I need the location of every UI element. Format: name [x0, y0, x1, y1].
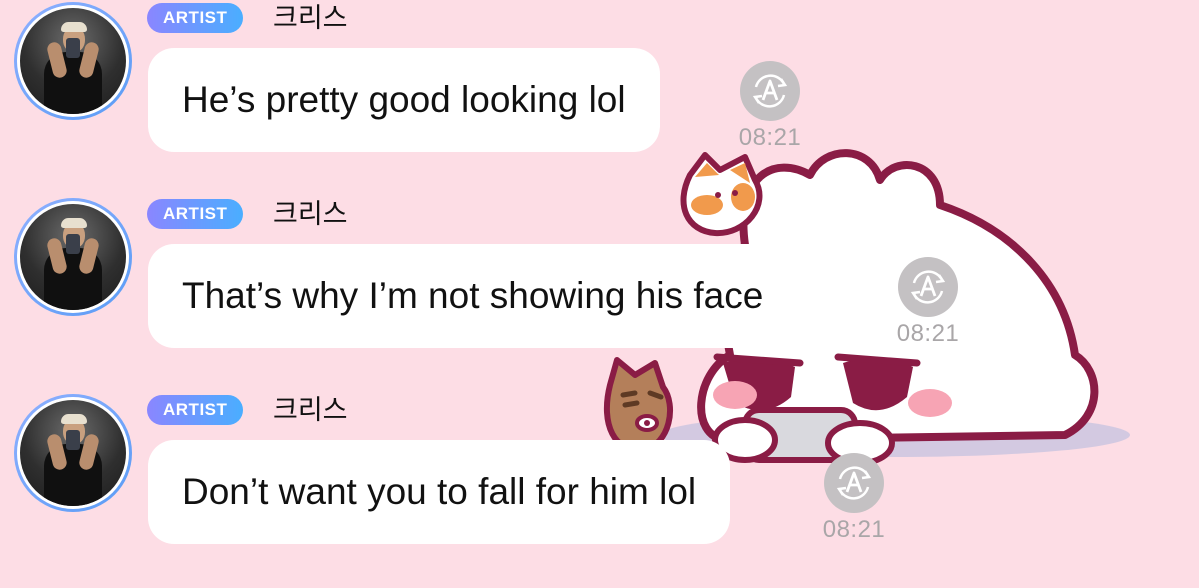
username: 크리스 [273, 395, 348, 425]
username: 크리스 [273, 199, 348, 229]
auto-translate-replay-icon[interactable] [739, 60, 801, 122]
message-meta: 08:21 [891, 256, 965, 348]
avatar[interactable] [14, 2, 132, 120]
profile-photo [20, 400, 126, 506]
message-time: 08:21 [896, 320, 960, 347]
chat-message: ARTIST 크리스 He’s pretty good looking lol … [0, 0, 1199, 196]
message-bubble[interactable]: Don’t want you to fall for him lol [148, 440, 731, 544]
message-bubble[interactable]: That’s why I’m not showing his face [148, 244, 798, 348]
avatar[interactable] [14, 198, 132, 316]
message-time: 08:21 [738, 124, 802, 151]
profile-photo [20, 8, 126, 114]
message-meta: 08:21 [733, 60, 807, 152]
message-meta: 08:21 [817, 452, 891, 544]
artist-badge: ARTIST [147, 395, 244, 425]
avatar[interactable] [14, 394, 132, 512]
artist-badge: ARTIST [147, 199, 244, 229]
artist-badge: ARTIST [147, 3, 244, 33]
auto-translate-replay-icon[interactable] [823, 452, 885, 514]
message-time: 08:21 [822, 516, 886, 543]
chat-message: ARTIST 크리스 Don’t want you to fall for hi… [0, 392, 1199, 588]
profile-photo [20, 204, 126, 310]
message-bubble[interactable]: He’s pretty good looking lol [148, 48, 660, 152]
auto-translate-replay-icon[interactable] [897, 256, 959, 318]
chat-message: ARTIST 크리스 That’s why I’m not showing hi… [0, 196, 1199, 392]
username: 크리스 [273, 3, 348, 33]
